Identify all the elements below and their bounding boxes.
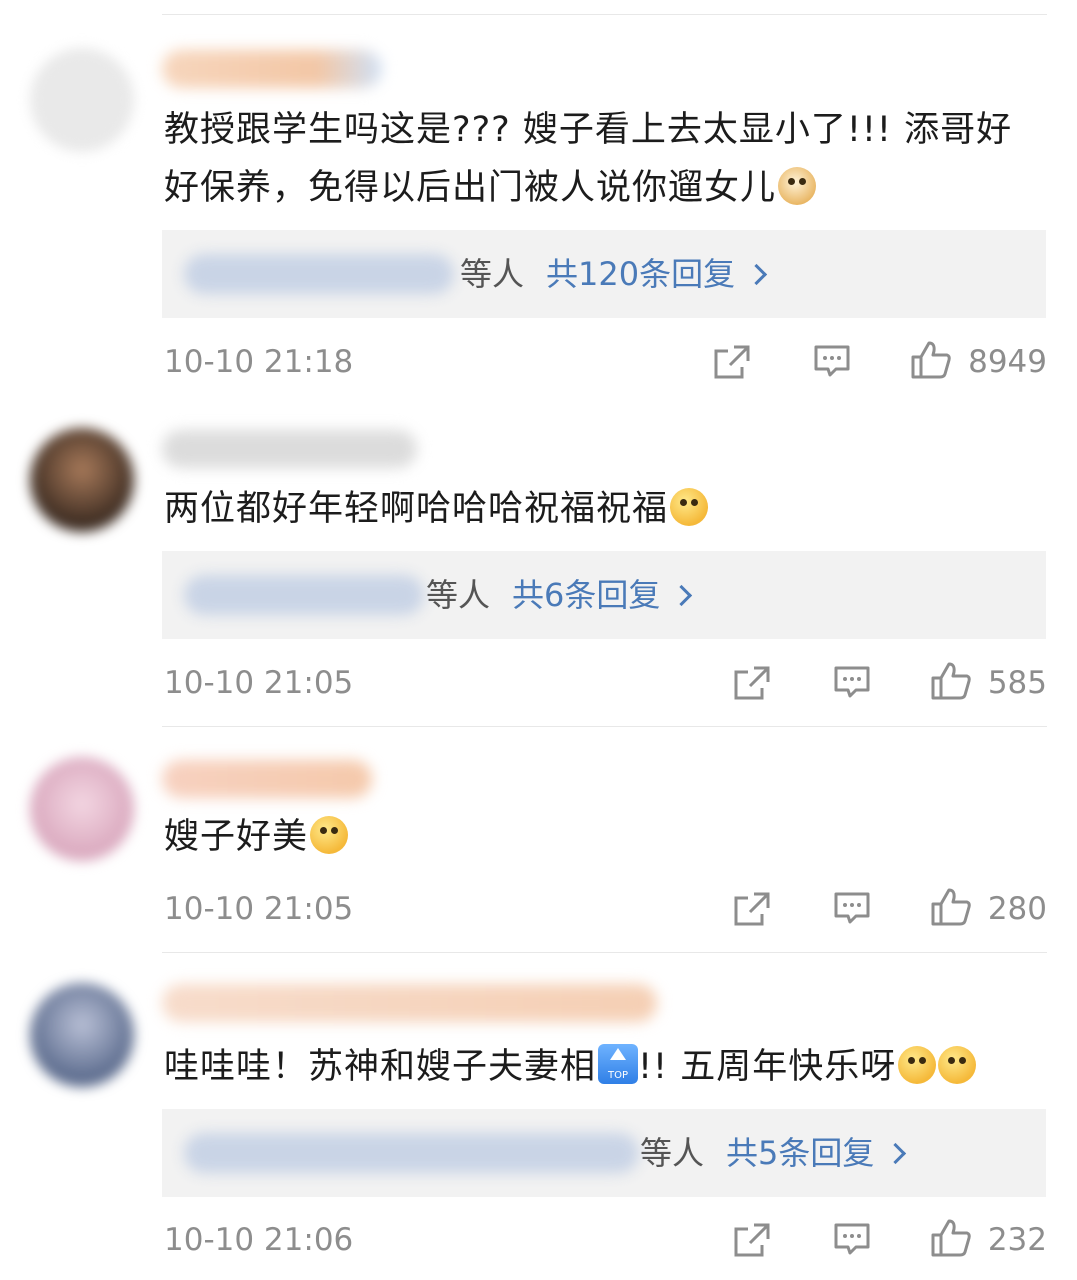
replies-etc-label: 等人 [640, 1134, 705, 1172]
view-replies-link[interactable]: 共120条回复 [546, 230, 768, 318]
comment-meta: 10-10 21:05 280 [164, 884, 1047, 934]
reply-usernames [184, 254, 454, 294]
like-count: 280 [987, 891, 1047, 927]
comment-text: 教授跟学生吗这是??? 嫂子看上去太显小了!!! 添哥好好保养，免得以后出门被人… [164, 110, 1013, 208]
comment-text: 嫂子好美 [164, 808, 1047, 866]
like-count: 8949 [968, 344, 1047, 380]
comment-text: 哇哇哇！苏神和嫂子夫妻相 TOP!! 五周年快乐呀 [164, 1038, 1047, 1096]
top-badge-icon: TOP [598, 1044, 639, 1084]
replies-box[interactable]: 等人 共120条回复 [162, 230, 1046, 318]
replies-etc-label: 等人 [460, 255, 525, 293]
avatar[interactable] [30, 428, 134, 532]
username[interactable] [162, 984, 657, 1022]
chevron-right-icon [671, 584, 693, 607]
timestamp: 10-10 21:06 [164, 1222, 354, 1258]
thumbs-up-icon[interactable] [909, 339, 953, 381]
avatar[interactable] [30, 48, 134, 152]
username[interactable] [162, 760, 372, 798]
heart-face-emoji [310, 816, 349, 854]
thumbs-up-icon[interactable] [929, 1217, 973, 1259]
replies-box[interactable]: 等人 共6条回复 [162, 551, 1046, 639]
username[interactable] [162, 50, 382, 88]
chevron-right-icon [885, 1142, 907, 1165]
timestamp: 10-10 21:05 [164, 665, 354, 701]
like-count: 232 [987, 1222, 1047, 1258]
timestamp: 10-10 21:18 [164, 344, 354, 380]
top-divider [162, 14, 1047, 15]
doge-emoji [778, 167, 817, 205]
avatar[interactable] [30, 983, 134, 1087]
divider [162, 726, 1047, 727]
comment-meta: 10-10 21:05 585 [164, 658, 1047, 708]
comment-meta: 10-10 21:18 8949 [164, 337, 1047, 387]
view-replies-link[interactable]: 共6条回复 [512, 551, 693, 639]
comment-icon[interactable] [832, 664, 872, 702]
avatar[interactable] [30, 757, 134, 861]
share-icon[interactable] [732, 664, 772, 702]
comment-text: 两位都好年轻啊哈哈哈祝福祝福 [164, 480, 1047, 538]
shocked-face-emoji [670, 488, 709, 526]
comment-meta: 10-10 21:06 232 [164, 1215, 1047, 1265]
divider [162, 952, 1047, 953]
reply-usernames [184, 575, 424, 615]
comment-icon[interactable] [812, 343, 852, 381]
username[interactable] [162, 430, 417, 468]
share-icon[interactable] [712, 343, 752, 381]
crying-laughing-emoji [898, 1046, 937, 1084]
view-replies-link[interactable]: 共5条回复 [726, 1109, 907, 1197]
chevron-right-icon [745, 263, 768, 286]
thumbs-up-icon[interactable] [929, 886, 973, 928]
like-count: 585 [987, 665, 1047, 701]
comment-icon[interactable] [832, 1221, 872, 1259]
timestamp: 10-10 21:05 [164, 891, 354, 927]
replies-box[interactable]: 等人 共5条回复 [162, 1109, 1046, 1197]
share-icon[interactable] [732, 890, 772, 928]
comment-icon[interactable] [832, 890, 872, 928]
replies-etc-label: 等人 [426, 576, 491, 614]
thumbs-up-icon[interactable] [929, 660, 973, 702]
reply-usernames [184, 1133, 639, 1173]
crying-laughing-emoji [938, 1046, 977, 1084]
share-icon[interactable] [732, 1221, 772, 1259]
